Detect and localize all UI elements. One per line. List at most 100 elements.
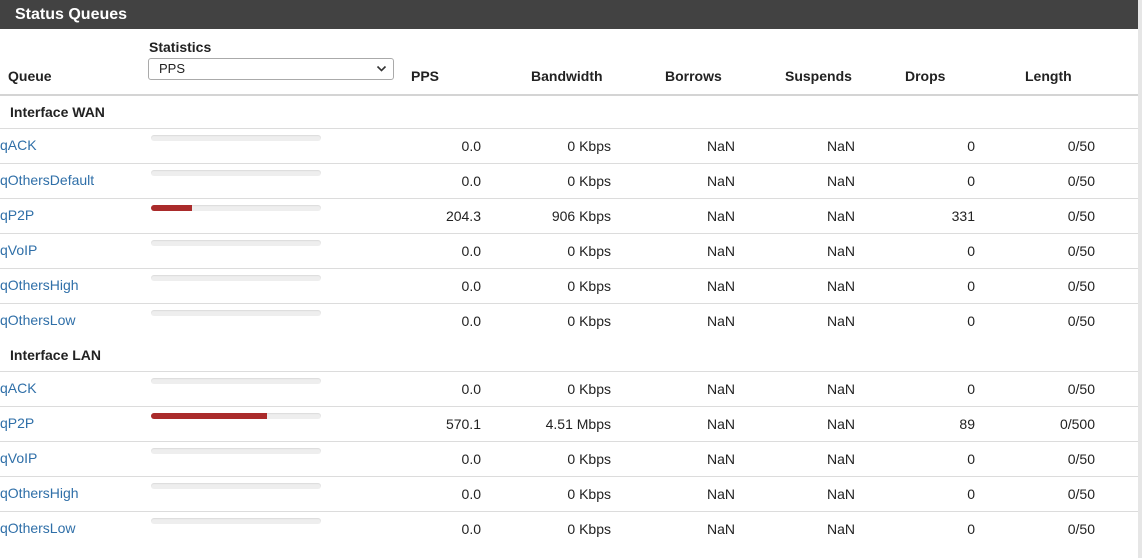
header-divider <box>0 94 1138 96</box>
queue-row-wan-qP2P: qP2P 204.3 906 Kbps NaN NaN 331 0/50 <box>0 199 1138 233</box>
borrows-value: NaN <box>667 241 737 262</box>
suspends-value: NaN <box>787 449 857 470</box>
queue-row-wan-qVoIP: qVoIP 0.0 0 Kbps NaN NaN 0 0/50 <box>0 234 1138 268</box>
column-header-borrows: Borrows <box>665 68 722 84</box>
section-interface-wan: Interface WAN <box>10 104 105 120</box>
length-value: 0/50 <box>1027 276 1097 297</box>
chevron-down-icon <box>376 59 387 85</box>
drops-value: 0 <box>907 136 977 157</box>
borrows-value: NaN <box>667 484 737 505</box>
queue-name-link[interactable]: qOthersLow <box>0 312 75 328</box>
usage-bar <box>151 135 321 141</box>
usage-bar <box>151 448 321 454</box>
drops-value: 0 <box>907 449 977 470</box>
bandwidth-value: 0 Kbps <box>533 136 613 157</box>
queue-name-link[interactable]: qOthersHigh <box>0 277 79 293</box>
suspends-value: NaN <box>787 206 857 227</box>
length-value: 0/50 <box>1027 241 1097 262</box>
queue-row-lan-qOthersHigh: qOthersHigh 0.0 0 Kbps NaN NaN 0 0/50 <box>0 477 1138 511</box>
queue-name-link[interactable]: qACK <box>0 380 37 396</box>
drops-value: 0 <box>907 484 977 505</box>
borrows-value: NaN <box>667 449 737 470</box>
bandwidth-value: 0 Kbps <box>533 241 613 262</box>
usage-bar <box>151 413 321 419</box>
pps-value: 204.3 <box>413 206 483 227</box>
usage-bar <box>151 483 321 489</box>
usage-bar-fill <box>151 205 192 211</box>
length-value: 0/50 <box>1027 171 1097 192</box>
pps-value: 0.0 <box>413 379 483 400</box>
queue-name-link[interactable]: qP2P <box>0 415 34 431</box>
length-value: 0/50 <box>1027 136 1097 157</box>
bandwidth-value: 0 Kbps <box>533 276 613 297</box>
drops-value: 0 <box>907 171 977 192</box>
queue-name-link[interactable]: qOthersHigh <box>0 485 79 501</box>
length-value: 0/50 <box>1027 311 1097 332</box>
length-value: 0/50 <box>1027 519 1097 540</box>
column-header-drops: Drops <box>905 68 946 84</box>
drops-value: 0 <box>907 519 977 540</box>
suspends-value: NaN <box>787 171 857 192</box>
pps-value: 0.0 <box>413 519 483 540</box>
pps-value: 0.0 <box>413 241 483 262</box>
length-value: 0/500 <box>1027 414 1097 435</box>
queue-name-link[interactable]: qVoIP <box>0 450 37 466</box>
queue-row-lan-qVoIP: qVoIP 0.0 0 Kbps NaN NaN 0 0/50 <box>0 442 1138 476</box>
borrows-value: NaN <box>667 519 737 540</box>
drops-value: 0 <box>907 241 977 262</box>
length-value: 0/50 <box>1027 206 1097 227</box>
borrows-value: NaN <box>667 379 737 400</box>
length-value: 0/50 <box>1027 379 1097 400</box>
column-header-pps: PPS <box>411 68 440 84</box>
suspends-value: NaN <box>787 241 857 262</box>
panel-title: Status Queues <box>0 0 1138 29</box>
status-queues-panel: Status Queues Queue Statistics PPS PPS B… <box>0 0 1138 558</box>
bandwidth-value: 0 Kbps <box>533 171 613 192</box>
suspends-value: NaN <box>787 276 857 297</box>
pps-value: 0.0 <box>413 311 483 332</box>
pps-value: 570.1 <box>413 414 483 435</box>
borrows-value: NaN <box>667 136 737 157</box>
pps-value: 0.0 <box>413 276 483 297</box>
statistics-select[interactable]: PPS <box>148 58 394 80</box>
column-header-queue: Queue <box>8 68 52 84</box>
pps-value: 0.0 <box>413 449 483 470</box>
queue-name-link[interactable]: qVoIP <box>0 242 37 258</box>
usage-bar <box>151 378 321 384</box>
suspends-value: NaN <box>787 136 857 157</box>
suspends-value: NaN <box>787 484 857 505</box>
queue-name-link[interactable]: qOthersLow <box>0 520 75 536</box>
bandwidth-value: 0 Kbps <box>533 519 613 540</box>
suspends-value: NaN <box>787 414 857 435</box>
usage-bar <box>151 170 321 176</box>
bandwidth-value: 0 Kbps <box>533 379 613 400</box>
borrows-value: NaN <box>667 276 737 297</box>
queue-row-lan-qOthersLow: qOthersLow 0.0 0 Kbps NaN NaN 0 0/50 <box>0 512 1138 546</box>
queue-row-wan-qOthersLow: qOthersLow 0.0 0 Kbps NaN NaN 0 0/50 <box>0 304 1138 338</box>
suspends-value: NaN <box>787 311 857 332</box>
suspends-value: NaN <box>787 519 857 540</box>
queue-name-link[interactable]: qACK <box>0 137 37 153</box>
bandwidth-value: 0 Kbps <box>533 449 613 470</box>
pps-value: 0.0 <box>413 171 483 192</box>
drops-value: 0 <box>907 311 977 332</box>
usage-bar <box>151 240 321 246</box>
queue-name-link[interactable]: qOthersDefault <box>0 172 94 188</box>
queue-row-lan-qACK: qACK 0.0 0 Kbps NaN NaN 0 0/50 <box>0 372 1138 406</box>
usage-bar <box>151 518 321 524</box>
drops-value: 89 <box>907 414 977 435</box>
queue-row-wan-qOthersHigh: qOthersHigh 0.0 0 Kbps NaN NaN 0 0/50 <box>0 269 1138 303</box>
borrows-value: NaN <box>667 414 737 435</box>
column-header-suspends: Suspends <box>785 68 852 84</box>
drops-value: 0 <box>907 379 977 400</box>
borrows-value: NaN <box>667 206 737 227</box>
column-header-bandwidth: Bandwidth <box>531 68 603 84</box>
usage-bar <box>151 275 321 281</box>
length-value: 0/50 <box>1027 449 1097 470</box>
suspends-value: NaN <box>787 379 857 400</box>
length-value: 0/50 <box>1027 484 1097 505</box>
bandwidth-value: 0 Kbps <box>533 311 613 332</box>
panel-right-border <box>1138 0 1142 558</box>
queue-name-link[interactable]: qP2P <box>0 207 34 223</box>
statistics-select-value: PPS <box>159 61 186 76</box>
